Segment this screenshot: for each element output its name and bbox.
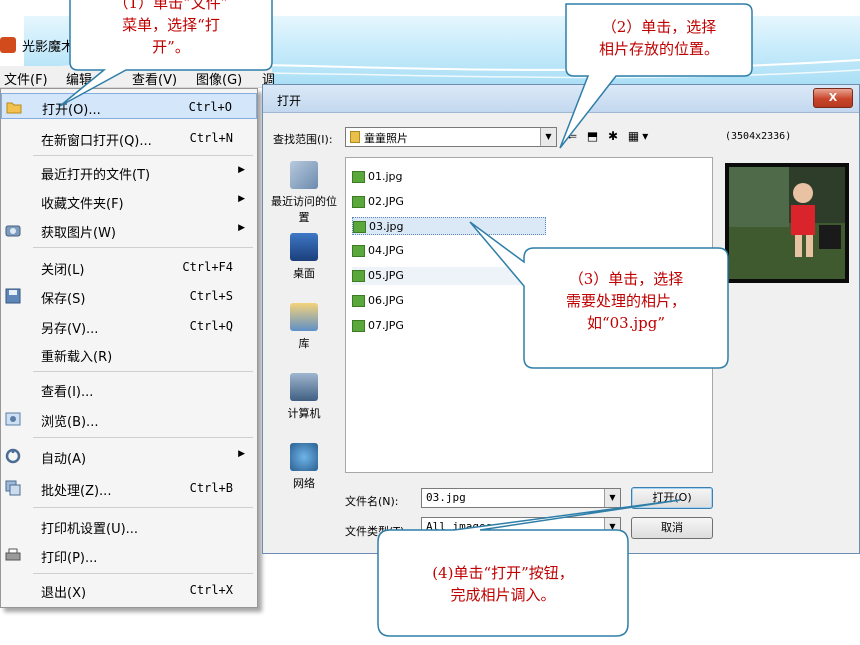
callout-shapes bbox=[59, 0, 753, 637]
callout-step4-text: (4)单击“打开”按钮， 完成相片调入。 bbox=[432, 564, 574, 604]
callout-step3-text: （3）单击，选择 需要处理的相片， 如“03.jpg” bbox=[565, 270, 686, 332]
callout-step2-text: （2）单击，选择 相片存放的位置。 bbox=[598, 18, 719, 58]
callout-step1-text: （1）单击“文件” 菜单，选择“打 开”。 bbox=[113, 0, 229, 56]
